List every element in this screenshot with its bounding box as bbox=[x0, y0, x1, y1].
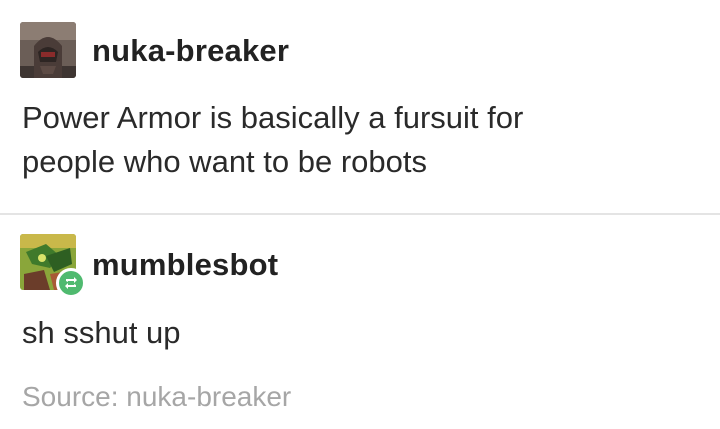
post-username[interactable]: mumblesbot bbox=[92, 247, 278, 283]
source-link[interactable]: Source: nuka-breaker bbox=[22, 381, 291, 413]
post-body-text: sh sshut up bbox=[22, 315, 181, 350]
post-username[interactable]: nuka-breaker bbox=[92, 33, 289, 69]
post-body-text: Power Armor is basically a fursuit for p… bbox=[22, 100, 524, 179]
reblog-icon bbox=[56, 268, 86, 298]
helmet-avatar-icon[interactable] bbox=[20, 22, 76, 78]
